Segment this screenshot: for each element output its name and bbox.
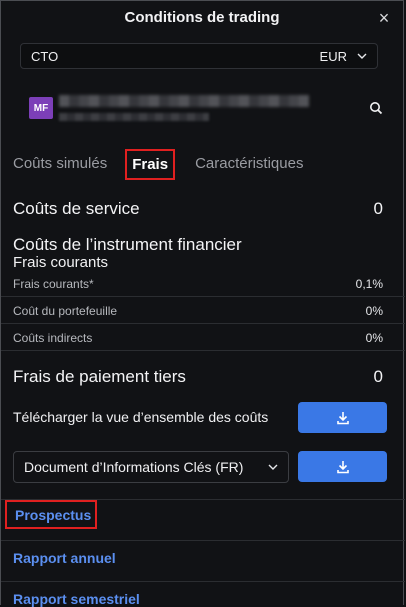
instrument-row: MF (29, 95, 379, 125)
dialog-title: Conditions de trading (124, 9, 280, 26)
close-icon[interactable]: × (375, 9, 393, 27)
chevron-down-icon (268, 464, 278, 470)
search-icon[interactable] (369, 101, 383, 115)
download-overview-label: Télécharger la vue d’ensemble des coûts (13, 409, 269, 425)
divider (1, 581, 405, 582)
tab-characteristics[interactable]: Caractéristiques (195, 151, 303, 180)
instrument-name-redacted (59, 95, 309, 107)
instrument-costs-label: Coûts de l’instrument financier (13, 235, 242, 254)
chevron-down-icon (357, 53, 367, 59)
tab-simulated-costs[interactable]: Coûts simulés (13, 151, 107, 180)
indirect-costs-value: 0% (365, 331, 383, 345)
ongoing-charges-heading: Frais courants (13, 254, 109, 271)
portfolio-cost-value: 0% (365, 304, 383, 318)
prospectus-link[interactable]: Prospectus (5, 500, 98, 529)
download-overview-button[interactable] (298, 402, 387, 433)
divider (1, 540, 405, 541)
divider (1, 296, 405, 297)
indirect-costs-label: Coûts indirects (13, 331, 93, 345)
divider (1, 323, 405, 324)
divider (1, 350, 405, 351)
currency-value: EUR (319, 48, 347, 64)
third-party-fees-value: 0 (373, 367, 383, 386)
download-document-button[interactable] (298, 451, 387, 482)
tab-bar: Coûts simulés Frais Caractéristiques (13, 149, 323, 180)
document-select[interactable]: Document d’Informations Clés (FR) (13, 451, 289, 483)
ongoing-charges-label: Frais courants* (13, 277, 94, 291)
document-select-value: Document d’Informations Clés (FR) (24, 459, 244, 475)
download-icon (336, 411, 349, 424)
account-select[interactable]: CTO EUR (20, 43, 378, 69)
service-costs-label: Coûts de service (13, 199, 140, 218)
instrument-isin-redacted (59, 113, 209, 121)
instrument-badge: MF (29, 97, 53, 119)
annual-report-link[interactable]: Rapport annuel (13, 550, 116, 566)
portfolio-cost-label: Coût du portefeuille (13, 304, 118, 318)
third-party-fees-label: Frais de paiement tiers (13, 367, 186, 386)
service-costs-value: 0 (373, 199, 383, 218)
account-type: CTO (31, 48, 59, 64)
ongoing-charges-value: 0,1% (355, 277, 383, 291)
download-icon (336, 460, 349, 473)
trading-conditions-dialog: Conditions de trading × CTO EUR MF Coûts… (0, 0, 405, 607)
tab-fees[interactable]: Frais (125, 149, 176, 180)
